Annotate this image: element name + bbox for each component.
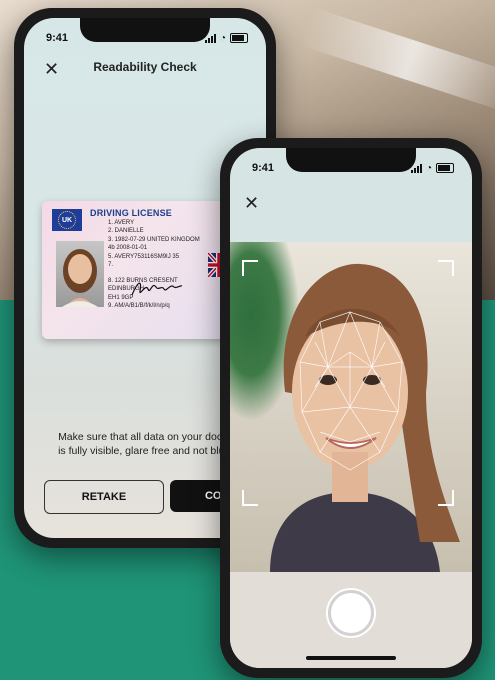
- face-detection-frame: [242, 260, 454, 506]
- license-photo: [56, 241, 104, 307]
- status-icons: ◔: [204, 32, 248, 44]
- battery-icon: [230, 33, 248, 43]
- eu-flag-icon: UK: [52, 209, 82, 231]
- license-field: 2. DANIELLE: [108, 228, 144, 235]
- status-time: 9:41: [46, 32, 69, 44]
- signature-icon: [130, 277, 184, 302]
- instruction-line: Make sure that all data on your docu: [58, 431, 228, 443]
- wifi-icon: ◔: [219, 32, 226, 44]
- license-title: DRIVING LICENSE: [90, 208, 173, 218]
- status-icons: ◔: [410, 162, 454, 174]
- camera-controls: [230, 572, 472, 668]
- signal-icon: [410, 163, 422, 173]
- signal-icon: [204, 33, 216, 43]
- portrait-image: [62, 249, 98, 307]
- frame-corner: [438, 490, 454, 506]
- page-title: Readability Check: [93, 60, 197, 74]
- instruction-line: is fully visible, glare free and not blu…: [58, 445, 228, 457]
- phone-face-scan: 9:41 ◔ ✕: [220, 138, 482, 678]
- driving-license-card: UK DRIVING LICENSE 1. AVERY 2. DANIELLE …: [42, 201, 230, 339]
- license-field: 4b 2008-01-01: [108, 245, 148, 252]
- camera-viewfinder: [230, 242, 472, 572]
- face-scan-screen: 9:41 ◔ ✕: [230, 148, 472, 668]
- status-time: 9:41: [252, 162, 275, 174]
- country-code: UK: [58, 211, 76, 229]
- close-icon[interactable]: ✕: [244, 192, 266, 214]
- frame-corner: [242, 260, 258, 276]
- license-field: 7.: [108, 262, 114, 269]
- license-field: 5. AVERY753116SM9IJ 35: [108, 253, 180, 260]
- home-indicator: [306, 656, 396, 660]
- wifi-icon: ◔: [425, 162, 432, 174]
- status-bar: 9:41 ◔: [46, 32, 248, 44]
- status-bar: 9:41 ◔: [252, 162, 454, 174]
- battery-icon: [436, 163, 454, 173]
- retake-button[interactable]: RETAKE: [44, 480, 164, 514]
- frame-corner: [242, 490, 258, 506]
- instruction-text: Make sure that all data on your docu is …: [48, 430, 238, 458]
- license-field: 3. 1982-07-29 UNITED KINGDOM: [108, 236, 200, 243]
- license-field: 9. AM/A/B1/B/f/k/l/n/p/q: [108, 303, 170, 310]
- frame-corner: [438, 260, 454, 276]
- license-field: 1. AVERY: [108, 220, 135, 226]
- shutter-button[interactable]: [328, 590, 374, 636]
